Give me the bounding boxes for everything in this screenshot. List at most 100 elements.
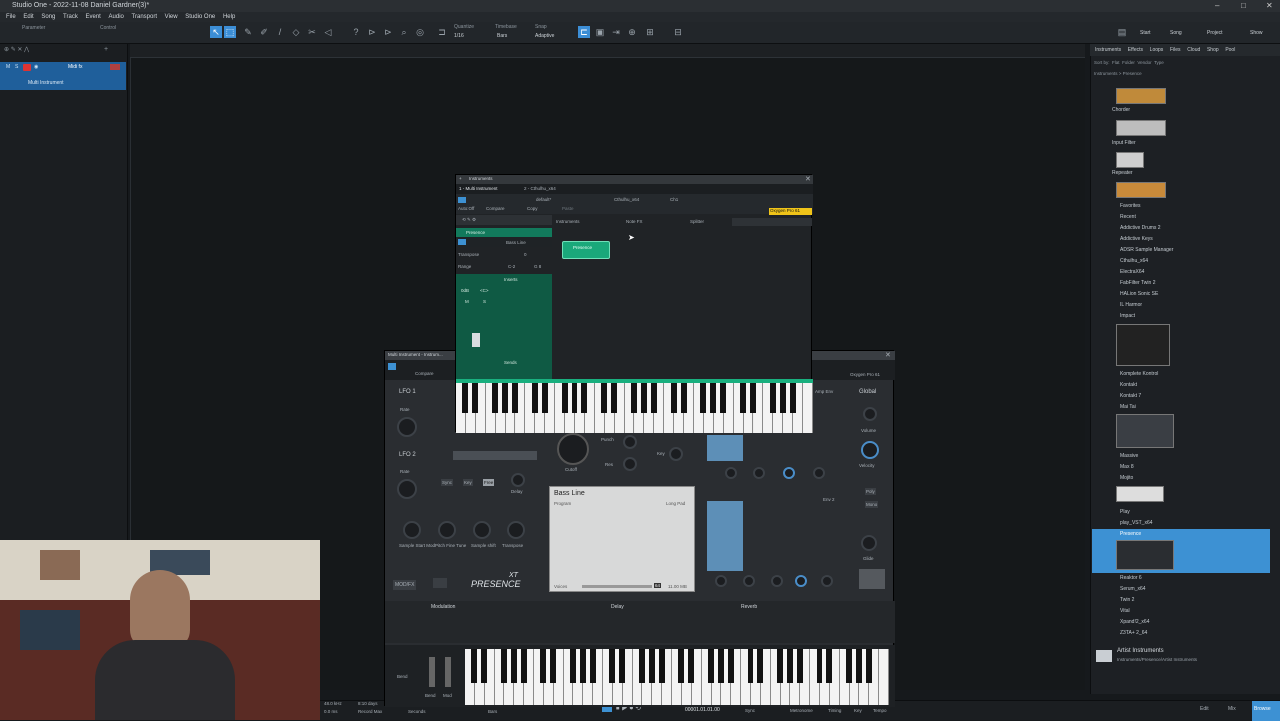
grid-icon[interactable]: ⊞ [644, 26, 656, 38]
snap-value[interactable]: Adaptive [535, 33, 554, 39]
position-display[interactable]: 00001.01.01.00 [685, 707, 720, 713]
browser-item[interactable]: Xpand!2_x64 [1120, 619, 1149, 625]
filter-type[interactable]: Type [1154, 60, 1164, 65]
browser-item[interactable]: Kontakt [1120, 382, 1137, 388]
eraser-tool-icon[interactable]: ◇ [290, 26, 302, 38]
track-name[interactable]: Midi fx [68, 64, 82, 70]
piano-black-key[interactable] [512, 383, 518, 413]
piano-black-key[interactable] [531, 383, 538, 413]
instruments-close-icon[interactable]: ✕ [805, 175, 811, 183]
browser-item[interactable]: Mojito [1120, 475, 1133, 481]
project-page-button[interactable]: Project [1207, 30, 1223, 36]
slot-preset-name[interactable]: Bass Line [506, 240, 526, 245]
volume-knob[interactable] [861, 441, 879, 459]
listen-icon[interactable]: ◎ [414, 26, 426, 38]
tab-loops[interactable]: Loops [1150, 44, 1164, 56]
autoscroll-icon[interactable]: ▣ [594, 26, 606, 38]
line-tool-icon[interactable]: / [274, 26, 286, 38]
menu-song[interactable]: Song [41, 12, 55, 22]
presence-slot-header[interactable]: Presence [456, 228, 552, 237]
browser-item[interactable]: Reaktor 6 [1120, 575, 1142, 581]
menu-view[interactable]: View [165, 12, 178, 22]
pan-value[interactable]: <C> [480, 288, 489, 293]
bend-tool-icon[interactable]: ⊳ [382, 26, 394, 38]
timeline-icon[interactable]: ⊟ [672, 26, 684, 38]
tab-shop[interactable]: Shop [1207, 44, 1219, 56]
midi-input-selector[interactable]: Cthulhu_x64 [614, 197, 639, 202]
browser-item[interactable]: Komplete Kontrol [1120, 371, 1158, 377]
mute-tool-icon[interactable]: ◁ [322, 26, 334, 38]
piano-black-key[interactable] [462, 383, 469, 413]
nudge-icon[interactable]: ⊕ [626, 26, 638, 38]
poly-button[interactable]: Poly [865, 488, 876, 495]
menu-help[interactable]: Help [223, 12, 235, 22]
edit-button[interactable]: Edit [1200, 706, 1209, 712]
record-arm-icon[interactable] [23, 64, 31, 71]
lfo1-rate-knob[interactable] [397, 417, 417, 437]
start-page-button[interactable]: Start [1140, 30, 1151, 36]
lfo2-free-button[interactable]: Free [483, 479, 495, 486]
voices-value[interactable]: 64 [654, 583, 662, 588]
snap-toggle-icon[interactable]: ⊏ [578, 26, 590, 38]
global-knob[interactable] [863, 407, 877, 421]
piano-black-key[interactable] [816, 649, 823, 683]
close-icon[interactable]: ✕ [1266, 0, 1273, 12]
piano-black-key[interactable] [510, 649, 517, 683]
menu-event[interactable]: Event [86, 12, 101, 22]
filter-flat[interactable]: Flat [1112, 60, 1120, 65]
monitor-icon[interactable]: ◉ [34, 64, 38, 70]
piano-black-key[interactable] [757, 649, 764, 683]
browser-item[interactable]: Max 8 [1120, 464, 1134, 470]
piano-black-key[interactable] [658, 649, 665, 683]
piano-black-key[interactable] [570, 649, 576, 683]
add-instruments-button[interactable]: Instruments [556, 219, 580, 224]
piano-black-key[interactable] [708, 649, 714, 683]
piano-black-key[interactable] [481, 649, 488, 683]
song-page-button[interactable]: Song [1170, 30, 1182, 36]
piano-black-key[interactable] [747, 649, 754, 683]
piano-black-key[interactable] [561, 383, 568, 413]
piano-black-key[interactable] [777, 649, 783, 683]
piano-black-key[interactable] [472, 383, 479, 413]
quantize-value[interactable]: 1/16 [454, 33, 464, 39]
keyboard-icon[interactable]: ▤ [1116, 26, 1128, 38]
browser-item[interactable]: Play [1120, 509, 1130, 515]
metronome-label[interactable]: Metronome [790, 708, 813, 713]
browser-item[interactable]: ADSR Sample Manager [1120, 247, 1173, 253]
piano-black-key[interactable] [639, 649, 645, 683]
piano-black-key[interactable] [779, 383, 786, 413]
tab-cthulhu[interactable]: 2 - Cthulhu_x64 [524, 186, 556, 191]
piano-black-key[interactable] [648, 649, 655, 683]
env2-attack-knob[interactable] [715, 575, 727, 587]
piano-black-key[interactable] [541, 383, 548, 413]
paste-button[interactable]: Paste [562, 206, 574, 211]
env2-release-knob[interactable] [821, 575, 833, 587]
browser-item-presence[interactable]: Presence [1120, 531, 1141, 537]
punch-knob[interactable] [623, 435, 637, 449]
track-tools-icons[interactable]: ⊕ ✎ ✕ ⋀ [4, 46, 84, 54]
piano-black-key[interactable] [650, 383, 657, 413]
res-knob[interactable] [623, 457, 637, 471]
quantize-icon[interactable]: ⊐ [436, 26, 448, 38]
follow-icon[interactable]: ⇥ [610, 26, 622, 38]
piano-black-key[interactable] [855, 649, 862, 683]
browser-item[interactable]: play_VST_x64 [1120, 520, 1153, 526]
browser-folder-recent[interactable]: Recent [1120, 214, 1136, 220]
channel-fader[interactable] [472, 333, 480, 347]
amp-sustain-knob[interactable] [783, 467, 795, 479]
menu-studio-one[interactable]: Studio One [185, 12, 215, 22]
menu-edit[interactable]: Edit [23, 12, 33, 22]
play-tool-icon[interactable]: ⊳ [366, 26, 378, 38]
tab-effects[interactable]: Effects [1128, 44, 1143, 56]
channel-selector[interactable]: Ch1 [670, 197, 678, 202]
piano-black-key[interactable] [631, 383, 637, 413]
timebase-value[interactable]: Bars [497, 33, 507, 39]
piano-black-key[interactable] [710, 383, 717, 413]
env2-sustain-knob[interactable] [795, 575, 807, 587]
mono-button[interactable]: Mono [865, 501, 879, 508]
piano-black-key[interactable] [826, 649, 833, 683]
browser-item[interactable]: IL Harmor [1120, 302, 1142, 308]
piano-black-key[interactable] [520, 649, 527, 683]
piano-black-key[interactable] [579, 649, 586, 683]
split-tool-icon[interactable]: ✂ [306, 26, 318, 38]
